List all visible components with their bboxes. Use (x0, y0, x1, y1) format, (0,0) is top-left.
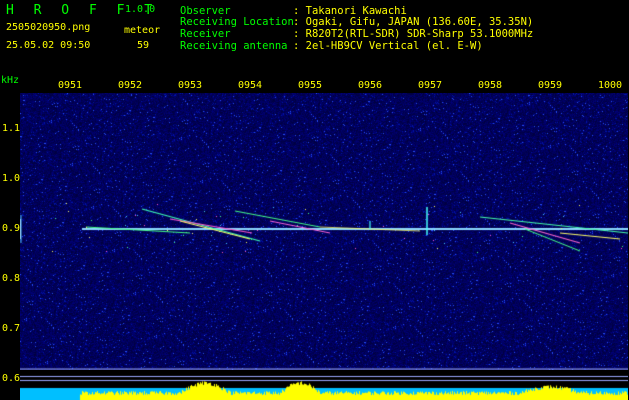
x-tick-0957: 0957 (418, 80, 443, 91)
receiver-value: : R820T2(RTL-SDR) SDR-Sharp 53.1000MHz (293, 28, 534, 40)
observer-value: : Takanori Kawachi (293, 5, 407, 17)
x-tick-0956: 0956 (358, 80, 383, 91)
y-tick-0.9: 0.9 (2, 223, 21, 234)
signal-level-bars (20, 370, 628, 400)
antenna-label: Receiving antenna (180, 40, 288, 52)
y-tick-1.1: 1.1 (2, 123, 21, 134)
location-value: : Ogaki, Gifu, JAPAN (136.60E, 35.35N) (293, 16, 534, 28)
x-tick-0955: 0955 (298, 80, 323, 91)
spectrogram (20, 93, 628, 370)
signal-level-strip (20, 370, 628, 400)
location-label: Receiving Location (180, 16, 294, 28)
y-tick-0.8: 0.8 (2, 273, 21, 284)
meteor-count: 59 (137, 40, 150, 51)
x-tick-1000: 1000 (598, 80, 623, 91)
x-tick-0959: 0959 (538, 80, 563, 91)
y-tick-0.7: 0.7 (2, 323, 21, 334)
observer-label: Observer (180, 5, 231, 17)
y-axis-unit: kHz (1, 75, 20, 86)
x-tick-0952: 0952 (118, 80, 143, 91)
file-name: 2505020950.png (6, 22, 91, 33)
meteor-label: meteor (124, 25, 161, 36)
hrofft-window: { "app": { "name": "H R O F F T", "versi… (0, 0, 629, 400)
x-tick-0954: 0954 (238, 80, 263, 91)
x-tick-0953: 0953 (178, 80, 203, 91)
x-tick-0951: 0951 (58, 80, 83, 91)
receiver-label: Receiver (180, 28, 231, 40)
y-tick-1.0: 1.0 (2, 173, 21, 184)
x-tick-0958: 0958 (478, 80, 503, 91)
app-version: 1.0.0 (125, 4, 156, 15)
file-datetime: 25.05.02 09:50 (6, 40, 91, 51)
antenna-value: : 2el-HB9CV Vertical (el. E-W) (293, 40, 483, 52)
y-tick-0.6: 0.6 (2, 373, 21, 384)
